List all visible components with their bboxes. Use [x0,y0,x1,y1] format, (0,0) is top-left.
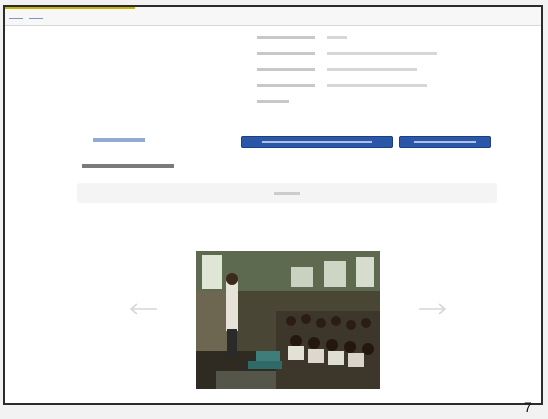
meta-row [257,29,487,45]
meta-label [257,51,315,55]
arrow-right-icon [419,303,447,315]
topbar-accent-strip [5,7,135,9]
video-area [77,183,497,203]
meta-row [257,61,487,77]
meta-label [257,83,315,87]
meta-row [257,93,487,109]
secondary-action-button-label [413,141,477,143]
edit-project-link[interactable] [93,138,145,142]
nav-link-1[interactable] [9,11,23,19]
project-photo[interactable] [196,251,380,389]
meta-label [257,35,315,39]
classroom-photo-image [196,251,380,389]
meta-row [257,77,487,93]
arrow-left-icon [129,303,157,315]
photos-videos-heading [82,164,174,168]
carousel-prev-button[interactable] [129,299,159,319]
meta-value [327,83,427,87]
app-window: 7 [3,5,543,415]
secondary-action-button[interactable] [399,136,491,148]
topbar-nav [9,11,43,19]
video-area-label [274,191,300,195]
nav-link-2[interactable] [29,11,43,19]
primary-action-button[interactable] [241,136,393,148]
carousel-next-button[interactable] [417,299,447,319]
project-meta-table [257,29,487,109]
top-bar [5,7,541,26]
primary-action-button-label [261,141,373,143]
meta-value [327,51,437,55]
meta-value [327,67,417,71]
page-number: 7 [524,399,532,415]
meta-value [327,35,347,39]
meta-row [257,45,487,61]
meta-label [257,99,289,103]
meta-label [257,67,315,71]
